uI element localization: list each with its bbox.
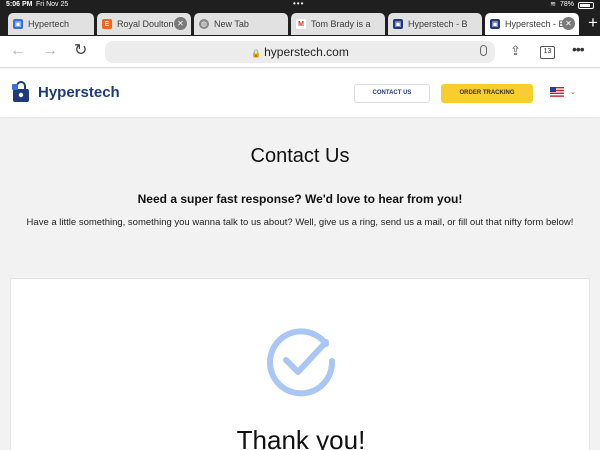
tab-strip: ▣ Hypertech E Royal Doulton ✕ ◍ New Tab …	[0, 10, 600, 36]
address-bar[interactable]: 🔒 hyperstech.com	[105, 41, 495, 63]
tab-title: Hyperstech - B	[408, 19, 468, 29]
tab-title: New Tab	[214, 19, 249, 29]
hyperstech-favicon-icon: ▣	[490, 19, 500, 29]
site-header: Hyperstech CONTACT US ORDER TRACKING ⌄	[0, 69, 600, 117]
tab-title: Tom Brady is a	[311, 19, 371, 29]
page-description: Have a little something, something you w…	[26, 217, 574, 228]
tab-new-tab[interactable]: ◍ New Tab	[194, 13, 288, 35]
wifi-icon: ≋	[550, 1, 556, 8]
forward-arrow-icon[interactable]: →	[42, 43, 58, 59]
globe-icon: ◍	[199, 19, 209, 29]
battery-icon	[578, 2, 594, 9]
new-tab-icon[interactable]: +	[588, 12, 598, 36]
status-date: Fri Nov 25	[36, 1, 69, 8]
hypertech-favicon-icon: ▣	[13, 19, 23, 29]
back-arrow-icon[interactable]: ←	[10, 43, 26, 59]
lock-logo-icon	[12, 81, 29, 102]
page-subtitle: Need a super fast response? We'd love to…	[137, 192, 463, 206]
tab-gmail[interactable]: M Tom Brady is a	[291, 13, 385, 35]
close-tab-icon[interactable]: ✕	[562, 17, 575, 30]
tab-hypertech[interactable]: ▣ Hypertech	[8, 13, 94, 35]
tab-hyperstech-active[interactable]: ▣ Hyperstech - B ✕	[485, 13, 579, 35]
reload-icon[interactable]: ↻	[74, 43, 87, 59]
tab-count-icon[interactable]: 13	[540, 46, 555, 59]
status-bar: 5:06 PM Fri Nov 25 ••• ≋ 78%	[0, 0, 600, 10]
brand-name: Hyperstech	[38, 83, 120, 101]
share-icon[interactable]: ⇪	[510, 43, 521, 59]
tab-hyperstech-1[interactable]: ▣ Hyperstech - B	[388, 13, 482, 35]
tab-title: Hypertech	[28, 19, 70, 29]
contact-us-button[interactable]: CONTACT US	[354, 84, 430, 103]
microphone-icon[interactable]	[480, 45, 487, 56]
thank-you-heading: Thank you!	[236, 425, 366, 450]
gmail-favicon-icon: M	[296, 19, 306, 29]
check-circle-icon	[267, 328, 336, 397]
multitasking-dots-icon[interactable]: •••	[293, 0, 304, 9]
tab-title: Hyperstech - B	[505, 19, 565, 29]
close-tab-icon[interactable]: ✕	[174, 17, 187, 30]
order-tracking-button[interactable]: ORDER TRACKING	[441, 84, 533, 103]
status-right: ≋ 78%	[550, 0, 594, 10]
url-text: hyperstech.com	[264, 45, 349, 59]
thank-you-card: Thank you!	[10, 278, 590, 450]
hyperstech-favicon-icon: ▣	[393, 19, 403, 29]
site-logo[interactable]: Hyperstech	[10, 81, 120, 103]
us-flag-icon[interactable]	[550, 87, 564, 97]
browser-toolbar: ← → ↻ 🔒 hyperstech.com ⇪ 13 •••	[0, 36, 600, 68]
status-time: 5:06 PM	[6, 1, 33, 8]
chevron-down-icon[interactable]: ⌄	[570, 88, 576, 96]
tab-royal-doulton[interactable]: E Royal Doulton ✕	[97, 13, 191, 35]
more-options-icon[interactable]: •••	[572, 41, 585, 57]
etsy-favicon-icon: E	[102, 19, 112, 29]
tab-title: Royal Doulton	[117, 19, 174, 29]
battery-percent: 78%	[559, 1, 574, 8]
lock-icon: 🔒	[251, 49, 262, 58]
page-title: Contact Us	[250, 145, 350, 167]
